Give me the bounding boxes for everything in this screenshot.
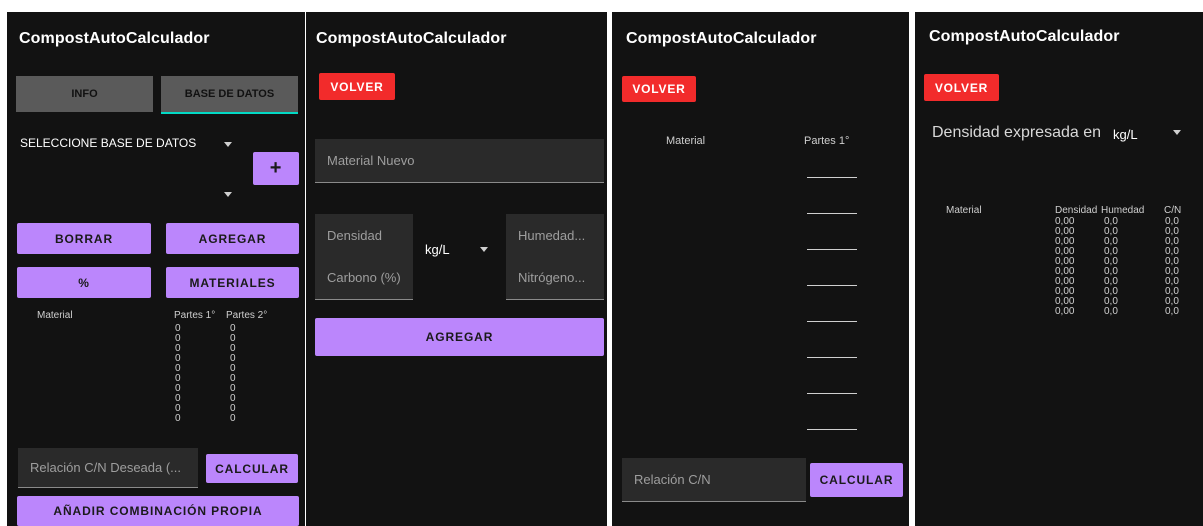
unit-spinner[interactable]: kg/L [425,242,450,257]
header-material: Material [946,205,982,216]
partes1-column: 0000000000 [175,324,181,424]
caret-down-icon[interactable] [224,142,232,147]
densidad-value: 0,00 [1055,306,1075,317]
add-database-button[interactable]: + [253,152,299,185]
volver-button[interactable]: VOLVER [622,76,696,102]
header-cn: C/N [1164,205,1182,216]
cn-value: 0,0 [1165,306,1179,317]
humedad-column: 0,0 0,0 0,0 0,0 0,0 0,0 0,0 0,0 0,0 0,0 [1104,217,1118,317]
volver-button[interactable]: VOLVER [319,73,395,100]
humedad-value: 0,0 [1104,306,1118,317]
screen-densidad: CompostAutoCalculador VOLVER Densidad ex… [915,12,1203,526]
header-humedad: Humedad [1101,205,1145,216]
app-title: CompostAutoCalculador [19,30,210,47]
app-title: CompostAutoCalculador [929,28,1120,45]
agregar-button[interactable]: AGREGAR [166,223,299,254]
caret-down-icon[interactable] [480,247,488,252]
partes-input[interactable] [807,249,857,250]
caret-down-icon[interactable] [1173,130,1181,135]
volver-button[interactable]: VOLVER [924,74,999,101]
caret-down-icon[interactable] [224,192,232,197]
partes2-column: 0000000000 [230,324,236,424]
partes-input[interactable] [807,357,857,358]
unit-spinner[interactable]: kg/L [1113,127,1138,142]
agregar-material-button[interactable]: AGREGAR [315,318,604,356]
partes1-value: 0 [175,413,181,424]
header-material: Material [37,310,73,321]
borrar-button[interactable]: BORRAR [17,223,151,254]
partes-input[interactable] [807,321,857,322]
densidad-input[interactable]: Densidad [315,214,413,258]
material-nuevo-input[interactable]: Material Nuevo [315,139,604,183]
partes-input[interactable] [807,177,857,178]
tab-base-datos[interactable]: BASE DE DATOS [161,76,298,112]
header-densidad: Densidad [1055,205,1098,216]
cn-input[interactable]: Relación C/N [622,458,806,502]
partes-input[interactable] [807,429,857,430]
nitrogeno-input[interactable]: Nitrógeno... [506,256,604,300]
calcular-button[interactable]: CALCULAR [206,454,298,483]
screen-base-datos: CompostAutoCalculador INFO BASE DE DATOS… [7,12,305,526]
partes-input[interactable] [807,285,857,286]
materiales-button[interactable]: MATERIALES [166,267,299,298]
screen-nuevo-material: CompostAutoCalculador VOLVER Material Nu… [306,12,607,526]
screen-partes: CompostAutoCalculador VOLVER Material Pa… [612,12,909,526]
header-partes1: Partes 1° [174,310,216,321]
header-partes: Partes 1° [804,135,850,147]
densidad-column: 0,00 0,00 0,00 0,00 0,00 0,00 0,00 0,00 0,00 0,00 [1055,217,1074,317]
cn-deseada-input[interactable]: Relación C/N Deseada (... [18,448,198,488]
app-title: CompostAutoCalculador [626,30,817,47]
partes-input[interactable] [807,393,857,394]
carbono-input[interactable]: Carbono (%) [315,256,413,300]
tab-indicator [161,112,298,114]
density-label: Densidad expresada en [932,124,1102,141]
partes2-value: 0 [230,413,236,424]
partes-input[interactable] [807,213,857,214]
app-title: CompostAutoCalculador [316,30,507,47]
header-partes2: Partes 2° [226,310,268,321]
tab-info[interactable]: INFO [16,76,153,112]
plus-icon: + [269,157,283,179]
anadir-combinacion-button[interactable]: AÑADIR COMBINACIÓN PROPIA [17,496,299,526]
humedad-input[interactable]: Humedad... [506,214,604,258]
database-spinner[interactable]: SELECCIONE BASE DE DATOS [20,136,196,150]
calcular-button[interactable]: CALCULAR [810,463,903,497]
header-material: Material [666,135,706,147]
cn-column: 0,0 0,0 0,0 0,0 0,0 0,0 0,0 0,0 0,0 0,0 [1165,217,1179,317]
percent-button[interactable]: % [17,267,151,298]
